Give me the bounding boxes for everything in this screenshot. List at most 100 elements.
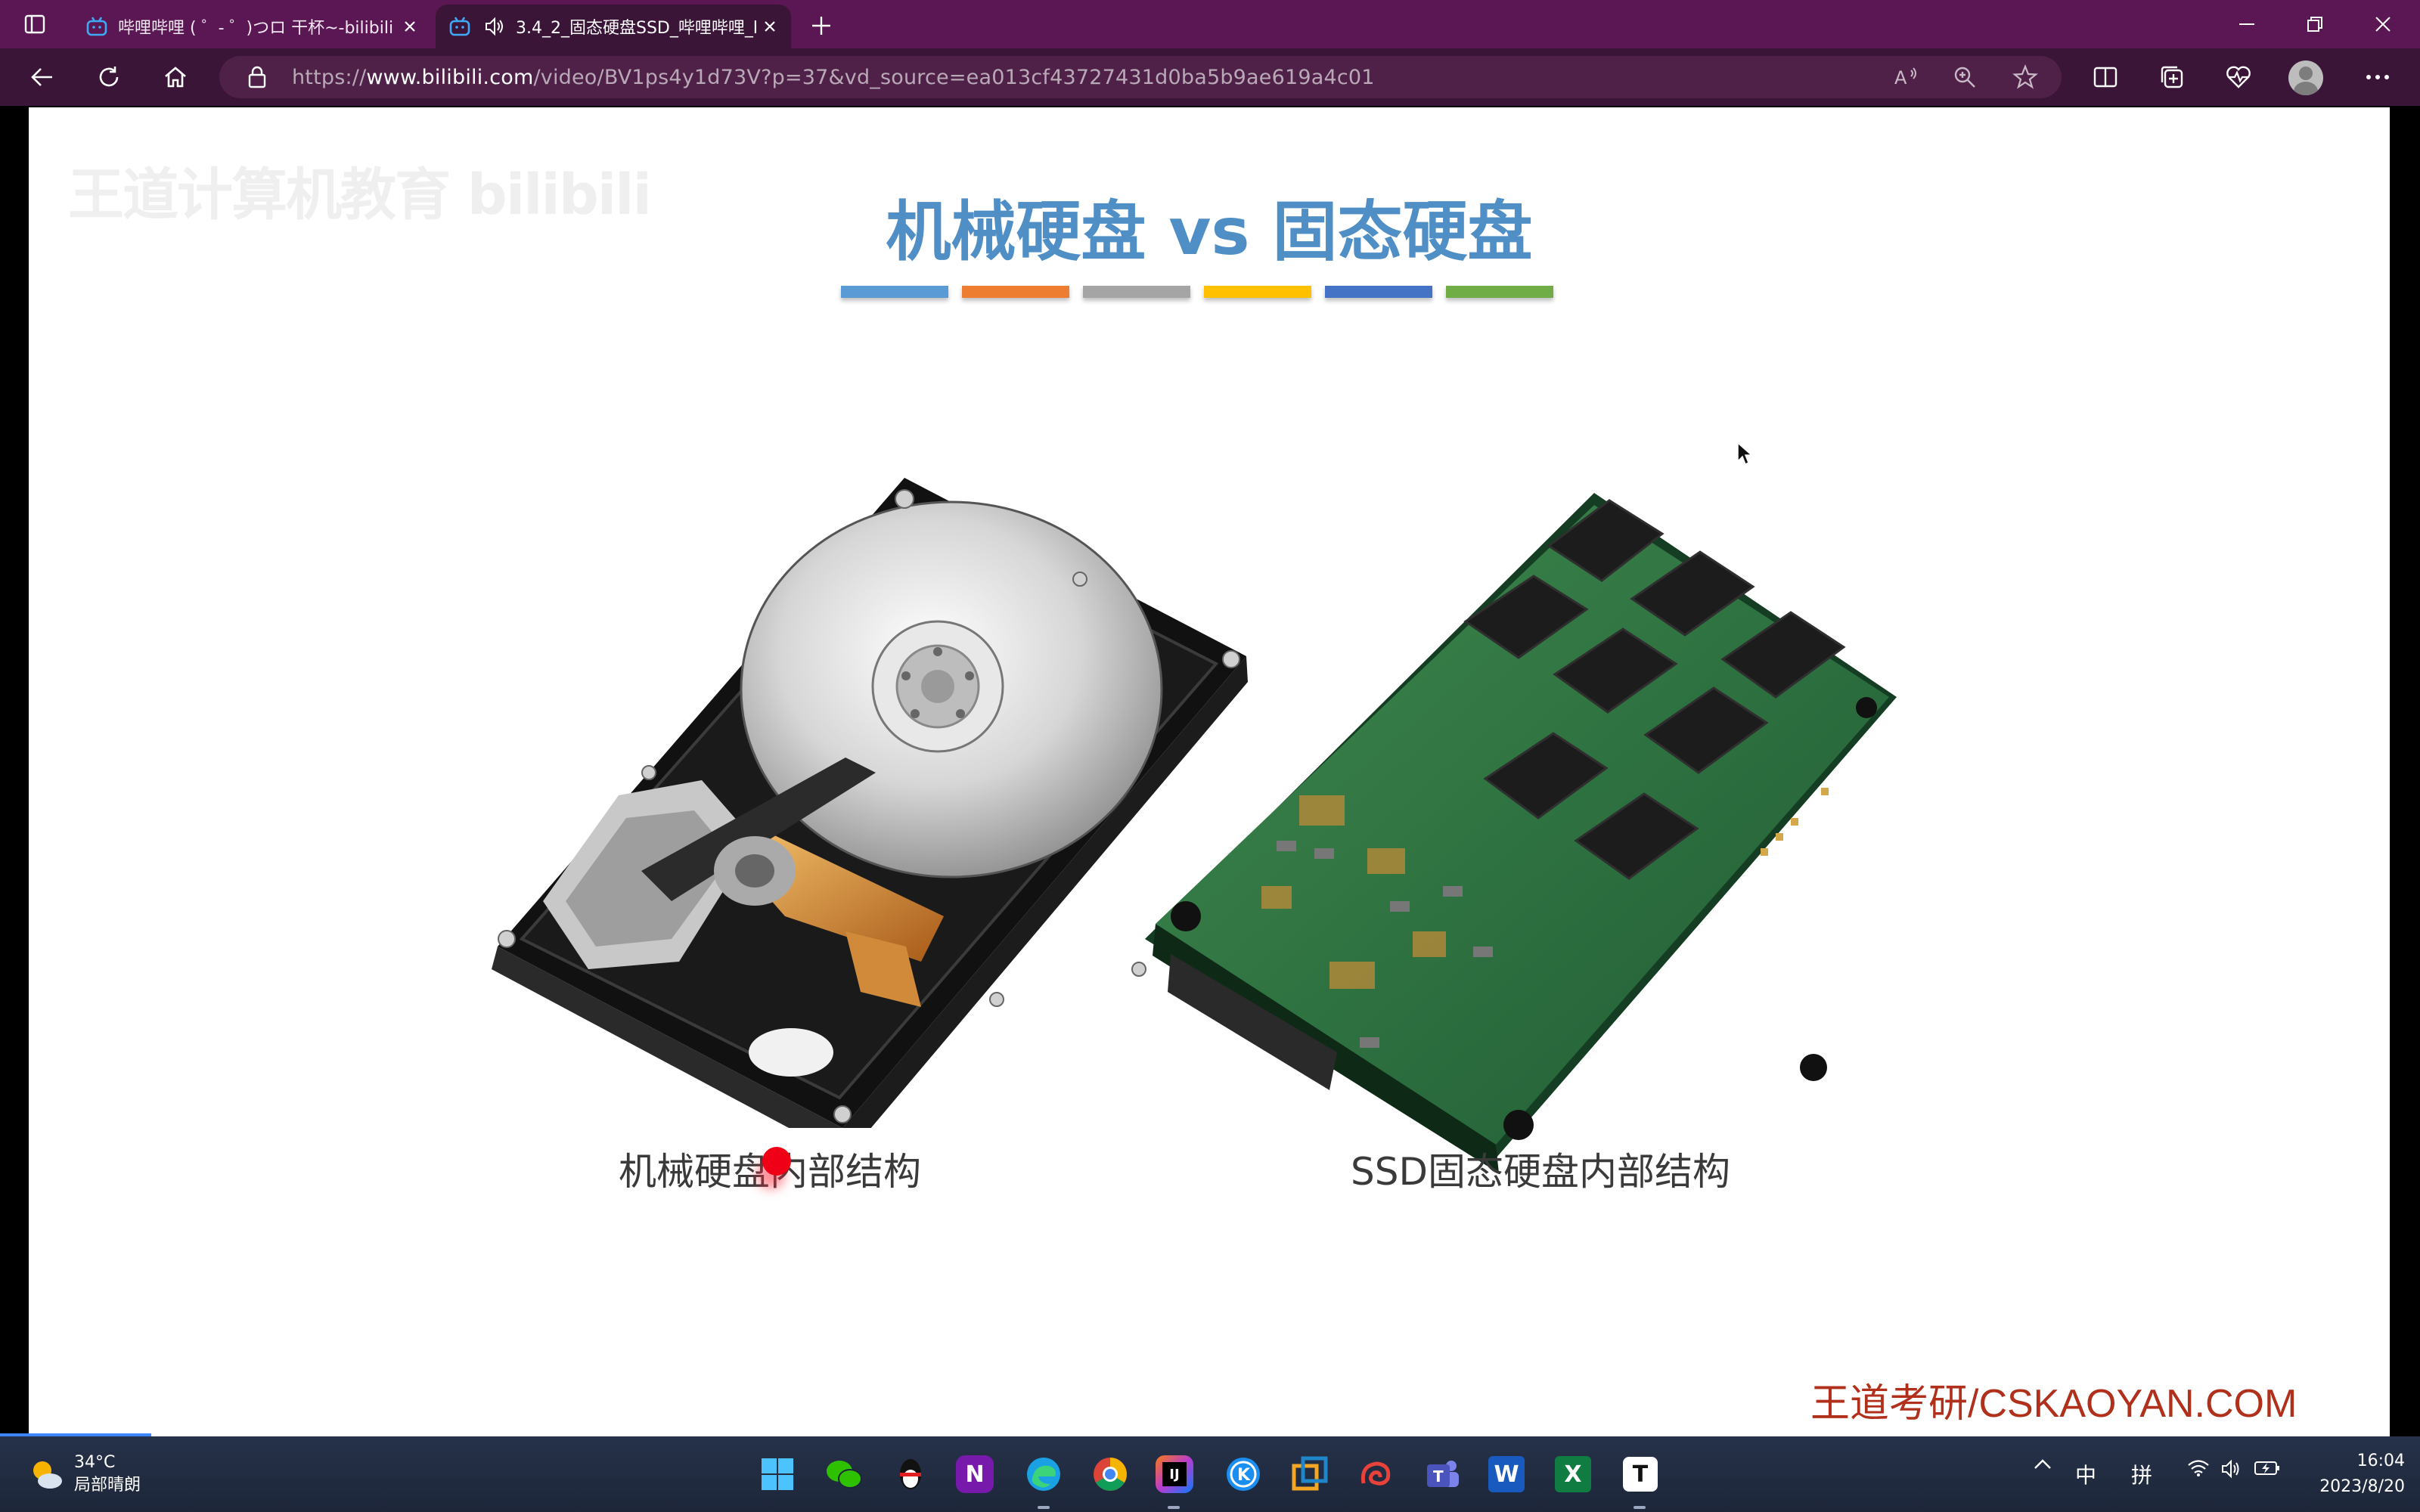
excel-icon: X	[1564, 1461, 1582, 1488]
weather-desc: 局部晴朗	[74, 1476, 141, 1495]
tab-close-icon[interactable]	[396, 13, 424, 40]
ssd-caption: SSD固态硬盘内部结构	[1351, 1150, 1730, 1194]
read-aloud-icon[interactable]: A	[1888, 62, 1924, 92]
typora-icon: T	[1632, 1461, 1649, 1488]
color-bar	[1083, 286, 1190, 298]
browser-tab-strip: 哔哩哔哩 ( ゜- ゜)つロ 干杯~-bilibili 3.4_2_固态硬盘SS…	[0, 0, 2420, 48]
teams-icon: T	[1427, 1461, 1459, 1487]
edge-icon	[1027, 1458, 1060, 1491]
volume-icon[interactable]	[2219, 1459, 2245, 1479]
bilibili-favicon-icon	[86, 17, 107, 36]
tab-close-icon[interactable]	[756, 13, 783, 40]
wechat-app[interactable]	[823, 1453, 865, 1495]
collections-button[interactable]	[2151, 59, 2193, 95]
collections-icon	[2161, 66, 2183, 88]
windows-taskbar: 34°C 局部晴朗 N IJ K T W X T 中 拼 16:04 2023/…	[0, 1436, 2420, 1512]
excel-app[interactable]: X	[1555, 1456, 1591, 1492]
refresh-icon	[99, 67, 119, 87]
brand-footer: 王道考研/CSKAOYAN.COM	[1810, 1382, 2297, 1426]
favorite-star-icon[interactable]	[2007, 62, 2043, 92]
weather-widget[interactable]: 34°C 局部晴朗	[27, 1452, 141, 1497]
vmware-app[interactable]	[1289, 1453, 1331, 1495]
wifi-icon[interactable]	[2186, 1459, 2211, 1477]
mouse-cursor-icon	[1737, 442, 1753, 466]
minimize-button[interactable]	[2213, 6, 2281, 42]
battery-charging-icon[interactable]	[2252, 1459, 2282, 1477]
laser-pointer-dot	[762, 1147, 791, 1176]
url-scheme: https://	[292, 65, 367, 89]
split-screen-button[interactable]	[2084, 59, 2127, 95]
close-window-button[interactable]	[2349, 6, 2417, 42]
svg-text:K: K	[1237, 1466, 1251, 1485]
vmware-icon	[1292, 1456, 1328, 1491]
restore-icon	[2307, 17, 2322, 32]
tab-bilibili-video[interactable]: 3.4_2_固态硬盘SSD_哔哩哔哩_bilibili	[436, 5, 791, 48]
refresh-button[interactable]	[88, 59, 130, 95]
snail-app[interactable]	[1355, 1453, 1398, 1495]
svg-text:T: T	[1433, 1467, 1444, 1486]
clock-date: 2023/8/20	[2319, 1477, 2405, 1496]
running-app-indicator	[1634, 1506, 1646, 1509]
lecture-slide[interactable]: 王道计算机教育 bilibili 机械硬盘 vs 固态硬盘 SSD固态硬盘内部结…	[29, 107, 2390, 1436]
new-tab-button[interactable]	[806, 11, 836, 41]
color-bar	[1325, 286, 1432, 298]
svg-text:A: A	[1894, 67, 1907, 88]
word-icon: W	[1494, 1461, 1519, 1488]
hdd-image	[492, 478, 1248, 1128]
lock-icon[interactable]	[242, 66, 272, 88]
clock-time: 16:04	[2356, 1452, 2405, 1470]
onenote-app[interactable]: N	[956, 1455, 994, 1493]
intellij-icon: IJ	[1162, 1462, 1187, 1486]
title-color-bars	[841, 286, 1553, 298]
restore-button[interactable]	[2281, 6, 2349, 42]
color-bar	[962, 286, 1069, 298]
kugou-icon: K	[1227, 1458, 1260, 1491]
tab-actions-button[interactable]	[14, 8, 56, 41]
home-button[interactable]	[154, 59, 197, 95]
ime-mode-indicator[interactable]: 拼	[2128, 1459, 2155, 1489]
settings-more-button[interactable]	[2356, 59, 2399, 95]
tab-title: 3.4_2_固态硬盘SSD_哔哩哔哩_bilibili	[516, 19, 756, 38]
profile-avatar[interactable]	[2288, 60, 2323, 95]
chrome-app[interactable]	[1089, 1453, 1131, 1495]
tray-overflow-button[interactable]	[2031, 1459, 2054, 1470]
plus-icon	[812, 17, 830, 35]
speaker-icon[interactable]	[481, 13, 508, 40]
snail-icon	[1360, 1461, 1391, 1486]
back-button[interactable]	[21, 59, 64, 95]
running-app-indicator	[1168, 1506, 1180, 1509]
system-clock[interactable]: 16:04 2023/8/20	[2299, 1448, 2405, 1500]
tab-actions-icon	[24, 14, 45, 34]
active-app-indicator	[1038, 1506, 1050, 1509]
bilibili-favicon-icon	[449, 17, 470, 36]
wechat-icon	[827, 1461, 862, 1489]
slide-title: 机械硬盘 vs 固态硬盘	[886, 194, 1533, 270]
address-bar[interactable]: https://www.bilibili.com/video/BV1ps4y1d…	[219, 56, 2062, 98]
tab-bilibili-home[interactable]: 哔哩哔哩 ( ゜- ゜)つロ 干杯~-bilibili	[73, 5, 431, 48]
arrow-left-icon	[31, 68, 52, 86]
typora-app[interactable]: T	[1623, 1457, 1658, 1492]
url-text[interactable]: https://www.bilibili.com/video/BV1ps4y1d…	[292, 66, 1375, 89]
heart-pulse-icon	[2226, 66, 2251, 88]
url-domain: www.bilibili.com	[366, 65, 534, 89]
color-bar	[1204, 286, 1311, 298]
browser-essentials-button[interactable]	[2217, 59, 2260, 95]
zoom-icon[interactable]	[1947, 62, 1983, 92]
color-bar	[841, 286, 948, 298]
teams-app[interactable]: T	[1422, 1453, 1464, 1495]
color-bar	[1446, 286, 1553, 298]
windows-logo-icon	[762, 1458, 793, 1490]
home-icon	[165, 67, 186, 88]
start-button[interactable]	[756, 1453, 799, 1495]
kugou-app[interactable]: K	[1222, 1453, 1264, 1495]
qq-app[interactable]	[889, 1453, 932, 1495]
edge-app[interactable]	[1022, 1453, 1065, 1495]
onenote-icon: N	[965, 1461, 985, 1488]
minimize-icon	[2239, 23, 2254, 25]
ime-language-indicator[interactable]: 中	[2072, 1459, 2099, 1489]
chevron-up-icon	[2034, 1459, 2051, 1469]
ssd-image	[1145, 493, 1897, 1173]
intellij-app[interactable]: IJ	[1156, 1455, 1193, 1493]
qq-penguin-icon	[900, 1459, 921, 1489]
word-app[interactable]: W	[1488, 1456, 1525, 1492]
